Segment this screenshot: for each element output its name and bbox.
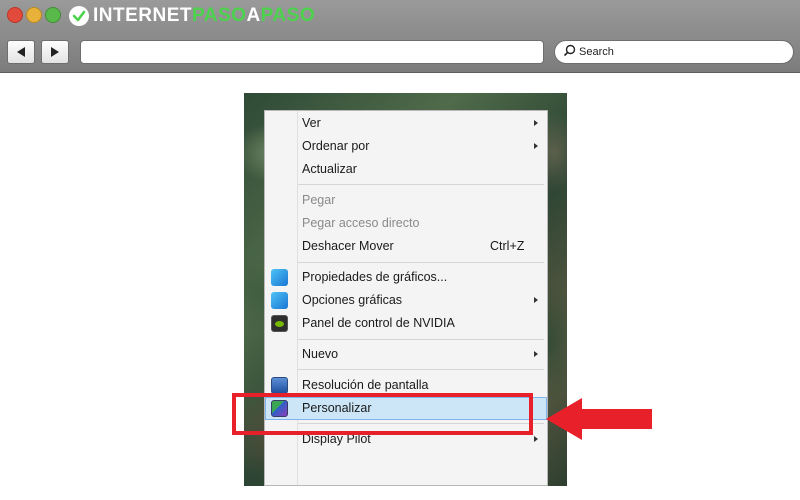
menu-item-pegar[interactable]: Pegar (265, 189, 547, 212)
menu-item-panel-nvidia[interactable]: Panel de control de NVIDIA (265, 312, 547, 335)
menu-item-pegar-acceso-directo[interactable]: Pegar acceso directo (265, 212, 547, 235)
shortcut-label: Ctrl+Z (490, 239, 525, 253)
browser-chrome: INTERNETPASOAPASO Search (0, 0, 800, 73)
back-button[interactable] (7, 40, 35, 64)
forward-button[interactable] (41, 40, 69, 64)
maximize-window-icon[interactable] (45, 7, 61, 23)
submenu-arrow-icon (534, 351, 538, 357)
menu-item-ordenar-por[interactable]: Ordenar por (265, 135, 547, 158)
highlight-box (232, 393, 533, 435)
triangle-right-icon (51, 47, 59, 57)
close-window-icon[interactable] (7, 7, 23, 23)
menu-item-ver[interactable]: Ver (265, 112, 547, 135)
submenu-arrow-icon (534, 436, 538, 442)
intel-graphics-icon (271, 269, 288, 286)
monitor-icon (271, 377, 288, 394)
minimize-window-icon[interactable] (26, 7, 42, 23)
search-input[interactable]: Search (554, 40, 794, 64)
triangle-left-icon (17, 47, 25, 57)
menu-separator (298, 339, 544, 340)
menu-item-actualizar[interactable]: Actualizar (265, 158, 547, 181)
submenu-arrow-icon (534, 143, 538, 149)
menu-item-opciones-graficas[interactable]: Opciones gráficas (265, 289, 547, 312)
pointer-arrow-icon (546, 398, 652, 440)
logo-check-icon (69, 6, 89, 26)
nvidia-icon (271, 315, 288, 332)
address-bar[interactable] (80, 40, 544, 64)
submenu-arrow-icon (534, 120, 538, 126)
menu-item-nuevo[interactable]: Nuevo (265, 343, 547, 366)
menu-separator (298, 369, 544, 370)
search-icon (563, 44, 576, 60)
site-logo: INTERNETPASOAPASO (69, 4, 315, 28)
menu-item-propiedades-graficos[interactable]: Propiedades de gráficos... (265, 266, 547, 289)
search-placeholder: Search (579, 46, 614, 58)
intel-graphics-icon (271, 292, 288, 309)
menu-separator (298, 184, 544, 185)
menu-item-deshacer-mover[interactable]: Deshacer Mover Ctrl+Z (265, 235, 547, 258)
logo-text: INTERNETPASOAPASO (93, 5, 316, 26)
submenu-arrow-icon (534, 297, 538, 303)
menu-separator (298, 262, 544, 263)
